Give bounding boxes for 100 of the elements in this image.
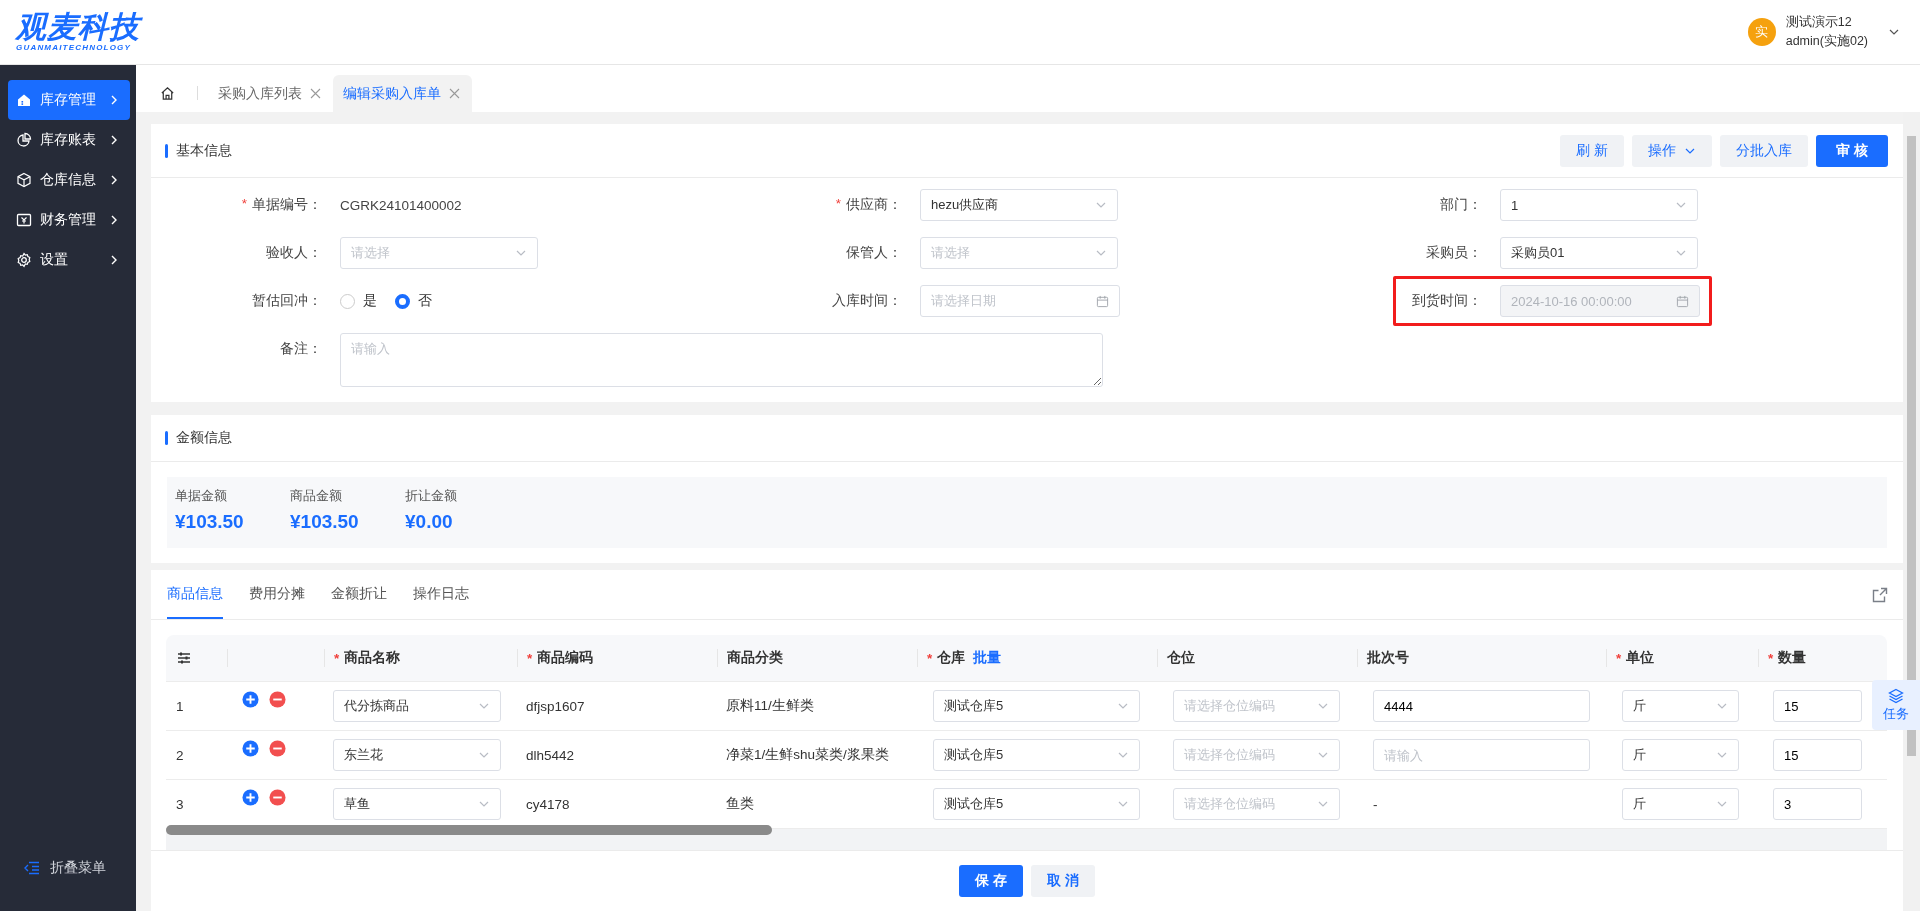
tab[interactable]: 金额折让 — [331, 570, 387, 619]
remark-field[interactable]: 请输入 — [340, 333, 1103, 387]
action-button[interactable]: 分批入库 — [1720, 134, 1809, 167]
scroll-bar[interactable] — [1907, 136, 1916, 756]
table-cell: dfjsp1607 — [526, 698, 585, 714]
select-field[interactable]: 测试仓库5 — [933, 739, 1140, 771]
field-label: 供应商： — [846, 196, 902, 214]
input-field[interactable]: 15 — [1773, 739, 1862, 771]
add-icon[interactable] — [242, 740, 259, 757]
select-field[interactable]: 草鱼 — [333, 788, 501, 820]
scroll-bar[interactable] — [166, 825, 772, 835]
amount-value: ¥0.00 — [405, 511, 454, 533]
avatar: 实 — [1747, 18, 1776, 46]
amount-label: 单据金额 — [175, 487, 228, 505]
select-field[interactable]: 代分拣商品 — [333, 690, 501, 722]
section-marker — [165, 431, 168, 445]
page-tab[interactable]: 采购入库列表 — [208, 75, 333, 112]
tab[interactable]: 费用分摊 — [249, 570, 305, 619]
select-field[interactable]: 东兰花 — [333, 739, 501, 771]
field-label: 备注： — [280, 340, 322, 358]
operation-dropdown[interactable]: 操作 — [1632, 134, 1713, 167]
select-field[interactable]: hezu供应商 — [920, 189, 1118, 221]
table-cell: 净菜1/生鲜shu菜类/浆果类 — [726, 746, 889, 764]
select-field[interactable]: 斤 — [1622, 739, 1739, 771]
section-title: 基本信息 — [176, 141, 232, 160]
batch-link[interactable]: 批量 — [973, 649, 1002, 667]
sidebar-item[interactable]: 设置 — [8, 240, 130, 280]
amount-label: 折让金额 — [405, 487, 458, 505]
field-label: 暂估回冲： — [252, 292, 322, 310]
home-icon[interactable] — [160, 86, 175, 101]
collapse-menu-button[interactable]: 折叠菜单 — [8, 853, 130, 883]
required-mark: * — [927, 650, 933, 666]
column-header: 单位 — [1626, 649, 1655, 667]
add-icon[interactable] — [242, 789, 259, 806]
required-mark: * — [241, 196, 247, 213]
remove-icon[interactable] — [269, 789, 286, 806]
column-header: 批次号 — [1367, 649, 1409, 667]
select-field[interactable]: 测试仓库5 — [933, 690, 1140, 722]
row-number: 1 — [176, 698, 184, 714]
close-icon[interactable] — [310, 88, 321, 99]
required-mark: * — [1616, 650, 1622, 666]
row-number: 3 — [176, 796, 184, 812]
input-field[interactable]: 15 — [1773, 690, 1862, 722]
input-field[interactable]: 4444 — [1373, 690, 1590, 722]
table-cell: 原料11/生鲜类 — [726, 697, 814, 715]
column-header: 商品编码 — [537, 649, 594, 667]
input-field[interactable]: 请输入 — [1373, 739, 1590, 771]
logo-subtext: GUANMAITECHNOLOGY — [16, 44, 133, 52]
save-button[interactable]: 保 存 — [959, 865, 1023, 897]
action-button[interactable]: 刷 新 — [1560, 134, 1625, 167]
yen-box-icon — [16, 212, 32, 228]
user-role: admin(实施02) — [1785, 33, 1868, 50]
page-tab[interactable]: 编辑采购入库单 — [333, 75, 472, 112]
select-field[interactable]: 斤 — [1622, 788, 1739, 820]
pie-chart-icon — [16, 132, 32, 148]
sidebar-item[interactable]: 仓库信息 — [8, 160, 130, 200]
amount-value: ¥103.50 — [175, 511, 245, 533]
remove-icon[interactable] — [269, 691, 286, 708]
column-header: 仓库 — [937, 649, 966, 667]
field-label: 单据编号： — [252, 196, 322, 214]
export-icon[interactable] — [1872, 586, 1888, 603]
field-label: 部门： — [1440, 196, 1482, 214]
table-cell: 鱼类 — [726, 795, 754, 813]
section-marker — [165, 143, 168, 158]
radio-option[interactable]: 是 — [340, 292, 377, 310]
house-icon — [16, 92, 32, 108]
cancel-button[interactable]: 取 消 — [1031, 865, 1095, 897]
column-header: 商品名称 — [344, 649, 401, 667]
table-cell: - — [1373, 796, 1378, 812]
row-number: 2 — [176, 747, 184, 763]
calendar-icon — [1096, 294, 1109, 308]
column-settings-icon[interactable] — [177, 651, 191, 665]
radio-button[interactable] — [395, 293, 410, 309]
remove-icon[interactable] — [269, 740, 286, 757]
sidebar-item[interactable]: 库存管理 — [8, 80, 130, 120]
sidebar-item[interactable]: 库存账表 — [8, 120, 130, 160]
tab[interactable]: 操作日志 — [413, 570, 469, 619]
select-field[interactable]: 采购员01 — [1500, 237, 1698, 269]
section-title: 金额信息 — [176, 429, 232, 447]
column-header: 商品分类 — [727, 649, 783, 667]
required-mark: * — [1768, 650, 1774, 666]
tab[interactable]: 商品信息 — [167, 570, 223, 619]
approve-button[interactable]: 审 核 — [1816, 134, 1888, 167]
collapse-icon — [24, 861, 40, 875]
add-icon[interactable] — [242, 691, 259, 708]
radio-button[interactable] — [340, 293, 355, 309]
task-label[interactable]: 任务 — [1883, 705, 1909, 723]
select-field[interactable]: 斤 — [1622, 690, 1739, 722]
radio-option[interactable]: 否 — [395, 292, 432, 310]
close-icon[interactable] — [449, 88, 460, 99]
required-mark: * — [835, 196, 841, 213]
table-cell: dlh5442 — [526, 747, 575, 763]
column-header: 仓位 — [1167, 649, 1195, 667]
amount-value: ¥103.50 — [290, 511, 360, 533]
field-label: 保管人： — [846, 244, 902, 262]
select-field[interactable]: 测试仓库5 — [933, 788, 1140, 820]
column-header: 数量 — [1778, 649, 1807, 667]
input-field[interactable]: 3 — [1773, 788, 1862, 820]
sidebar-item[interactable]: 财务管理 — [8, 200, 130, 240]
select-field[interactable]: 1 — [1500, 189, 1698, 221]
